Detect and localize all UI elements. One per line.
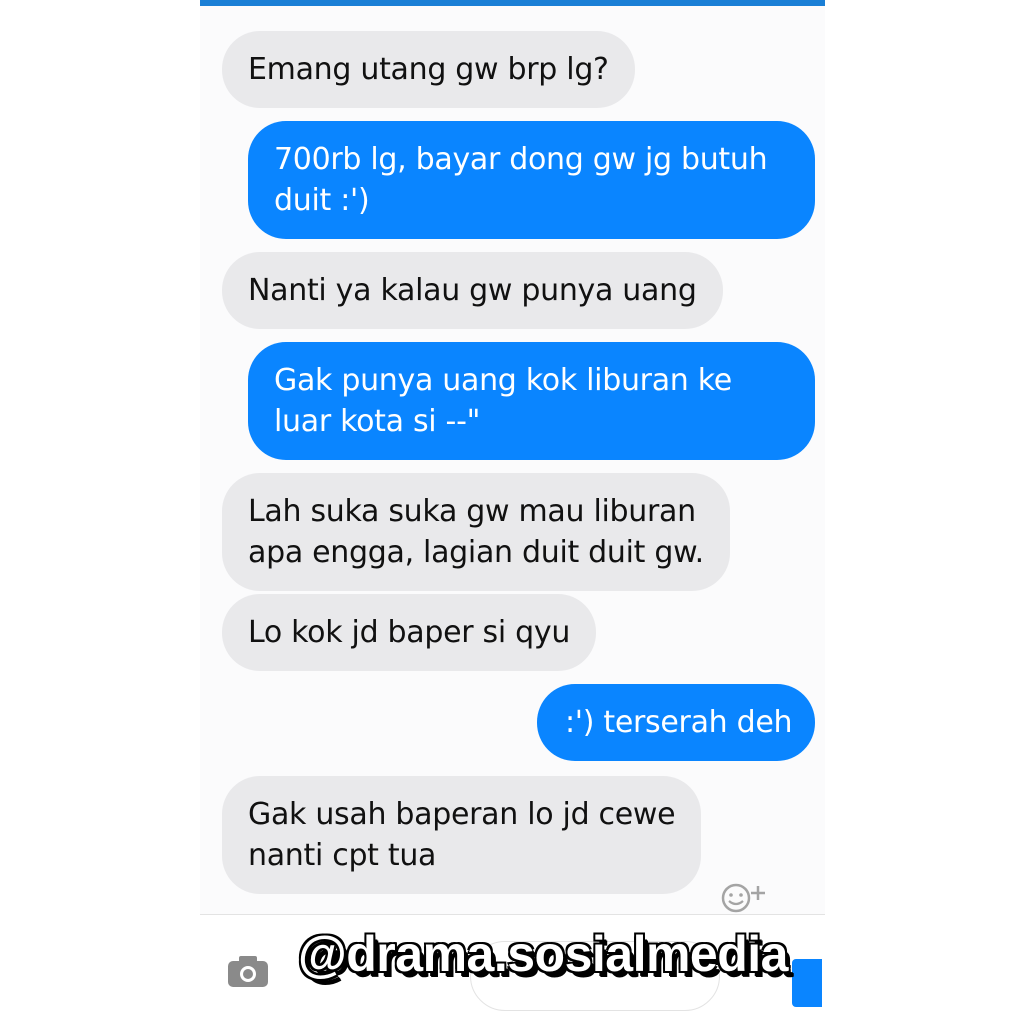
message-line: 700rb lg, bayar dong gw jg butuh: [274, 142, 768, 177]
message-line: Lo kok jd baper si qyu: [248, 615, 571, 650]
message-line: Nanti ya kalau gw punya uang: [248, 273, 697, 308]
emoji-plus-icon[interactable]: [718, 878, 776, 914]
message-bubble-4: Gak punya uang kok liburan ke luar kota …: [248, 342, 815, 460]
message-line: Lah suka suka gw mau liburan: [248, 494, 696, 529]
watermark: @drama.sosialmedia: [298, 926, 788, 982]
message-line: apa engga, lagian duit duit gw.: [248, 535, 704, 570]
top-accent-bar: [200, 0, 825, 6]
message-bubble-1: Emang utang gw brp lg?: [222, 31, 635, 108]
message-bubble-2: 700rb lg, bayar dong gw jg butuh duit :'…: [248, 121, 815, 239]
message-line: duit :'): [274, 183, 370, 218]
message-bubble-7: :') terserah deh: [537, 684, 815, 761]
thumbs-up-icon[interactable]: [792, 959, 822, 1007]
message-line: Gak punya uang kok liburan ke: [274, 363, 732, 398]
message-line: Emang utang gw brp lg?: [248, 52, 609, 87]
message-bubble-3: Nanti ya kalau gw punya uang: [222, 252, 723, 329]
camera-icon[interactable]: [226, 953, 270, 989]
chat-screen: Emang utang gw brp lg? 700rb lg, bayar d…: [200, 0, 825, 1024]
message-bubble-6: Lo kok jd baper si qyu: [222, 594, 597, 671]
message-bubble-8: Gak usah baperan lo jd cewe nanti cpt tu…: [222, 776, 702, 894]
message-line: Gak usah baperan lo jd cewe: [248, 797, 676, 832]
message-bubble-5: Lah suka suka gw mau liburan apa engga, …: [222, 473, 730, 591]
message-line: nanti cpt tua: [248, 838, 437, 873]
message-line: luar kota si --": [274, 404, 481, 439]
message-line: :') terserah deh: [565, 705, 793, 740]
